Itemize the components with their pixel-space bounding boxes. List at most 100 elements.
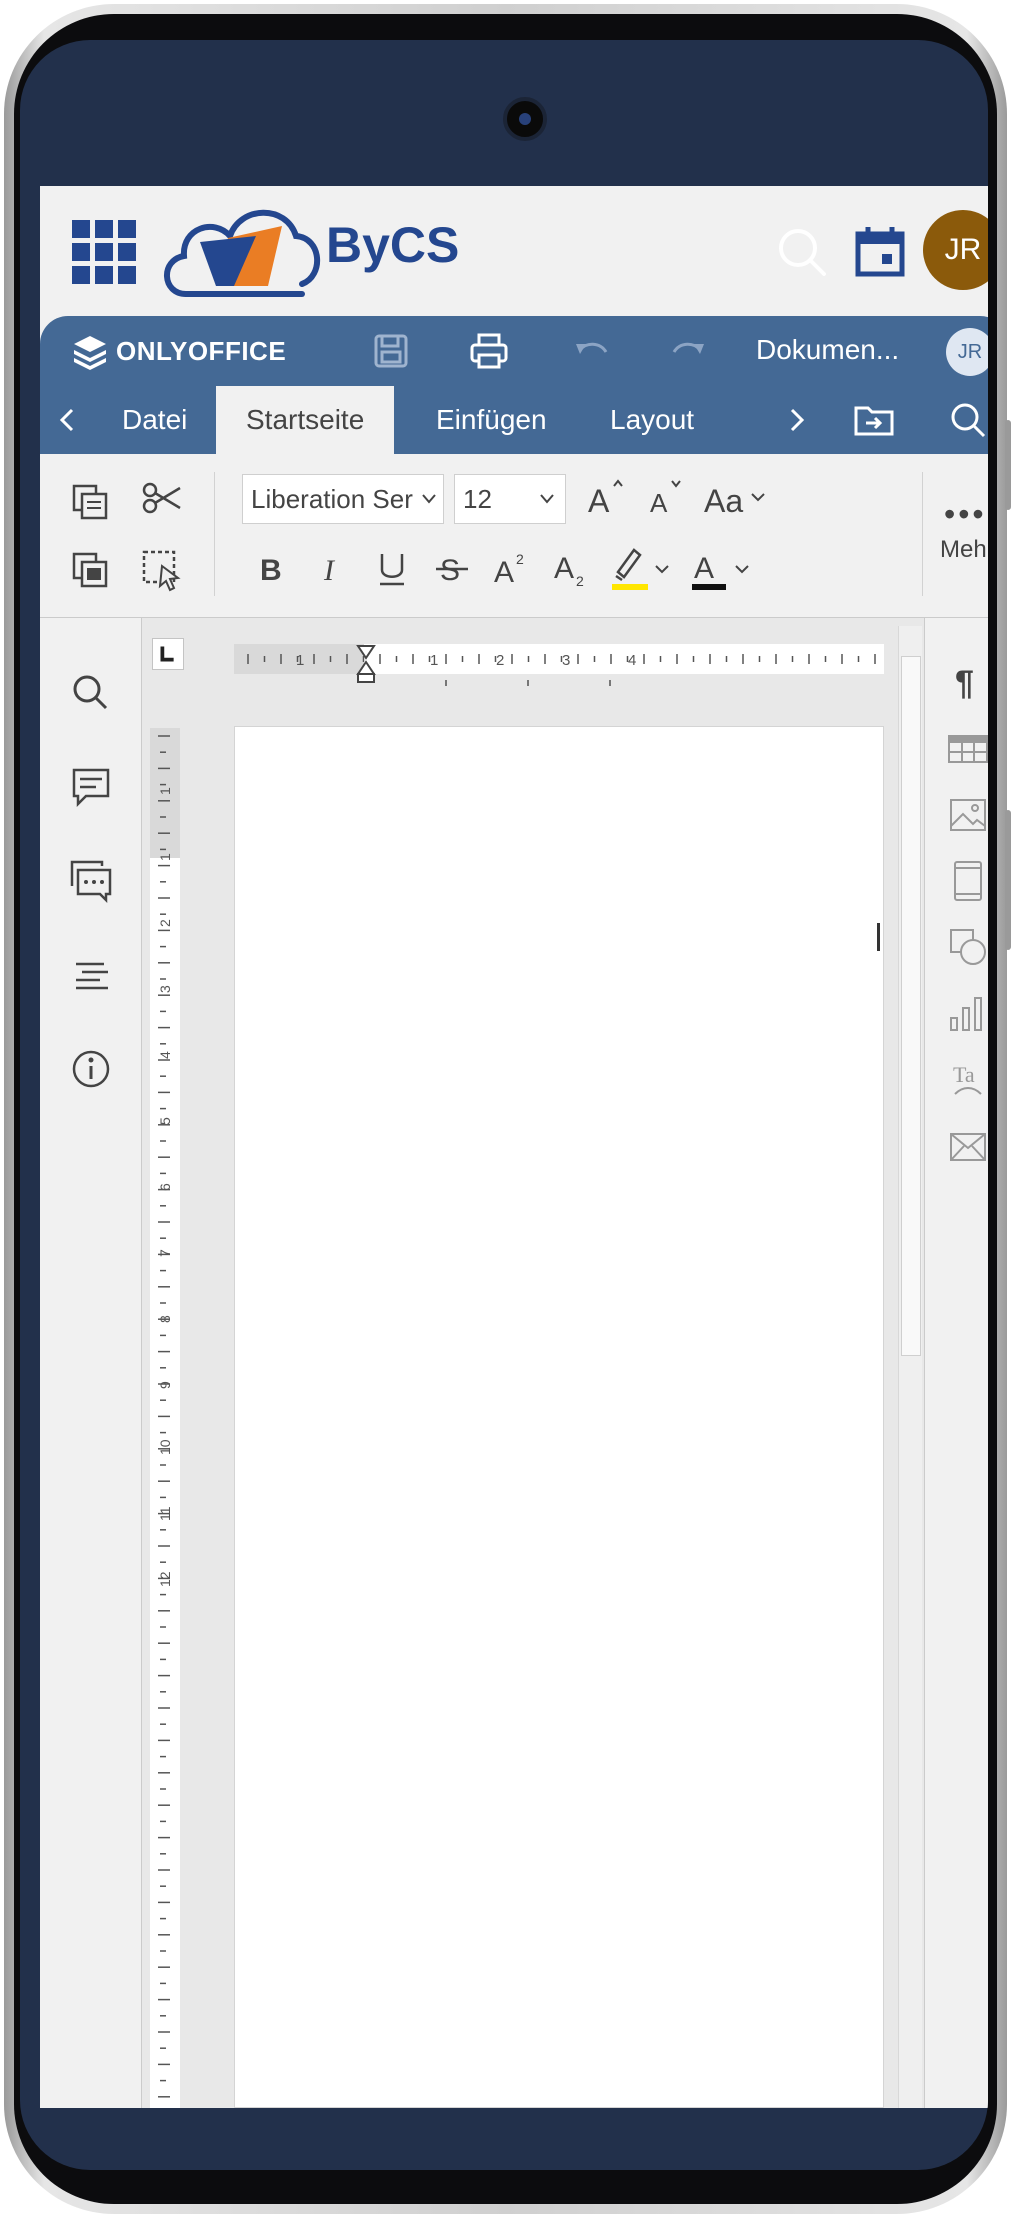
search-icon[interactable] xyxy=(66,668,116,718)
chevron-left-icon[interactable] xyxy=(52,404,84,436)
ruler-number: 6 xyxy=(157,1183,173,1191)
paragraph-mark-icon[interactable]: ¶ xyxy=(945,658,988,704)
print-icon[interactable] xyxy=(468,330,510,372)
browser-content: ByCS JR ONLYOFFICE Dokumen... JR Datei S… xyxy=(40,186,988,2108)
font-color-icon[interactable]: A xyxy=(688,542,756,594)
document-editor: ONLYOFFICE Dokumen... JR Datei Startseit… xyxy=(40,316,988,2108)
svg-text:A: A xyxy=(494,556,514,589)
document-workspace: 11234 1 1 2 3 4 5 6 7 8 9 10 11 12 xyxy=(142,618,924,2108)
ribbon-toolbar: Liberation Ser 12 A A Aa B I S A 2 A 2 A… xyxy=(40,454,988,618)
select-all-icon[interactable] xyxy=(140,548,184,592)
ruler-number: 1 xyxy=(157,787,173,795)
info-icon[interactable] xyxy=(66,1044,116,1094)
portal-brand[interactable]: ByCS xyxy=(326,216,459,274)
bold-icon[interactable]: B xyxy=(250,546,294,590)
phone-side-button xyxy=(1005,420,1011,510)
document-page[interactable] xyxy=(234,726,884,2108)
svg-text:A: A xyxy=(694,552,714,585)
ruler-number: 4 xyxy=(628,652,636,669)
image-icon[interactable] xyxy=(945,792,988,838)
mail-merge-icon[interactable] xyxy=(945,1124,988,1170)
font-size-select[interactable]: 12 xyxy=(454,474,566,524)
vertical-scrollbar[interactable] xyxy=(898,626,922,2108)
ruler-number: 8 xyxy=(157,1315,173,1323)
comments-icon[interactable] xyxy=(66,762,116,812)
chart-icon[interactable] xyxy=(945,990,988,1036)
chevron-down-icon xyxy=(422,494,436,504)
ruler-number: 3 xyxy=(562,652,570,669)
ribbon-tabs: Datei Startseite Einfügen Layout xyxy=(40,386,988,454)
ruler-number: 2 xyxy=(496,652,504,669)
ruler-number: 2 xyxy=(157,919,173,927)
tab-startseite[interactable]: Startseite xyxy=(216,386,395,454)
table-icon[interactable] xyxy=(945,726,988,772)
shape-icon[interactable] xyxy=(945,924,988,970)
chat-icon[interactable] xyxy=(66,856,116,906)
strikethrough-icon[interactable]: S xyxy=(430,546,474,590)
tab-layout[interactable]: Layout xyxy=(610,386,694,454)
chevron-down-icon xyxy=(540,494,554,504)
highlight-icon[interactable] xyxy=(608,542,676,594)
more-button[interactable]: Mehr xyxy=(940,536,988,564)
bycs-logo-icon xyxy=(164,209,320,297)
more-icon[interactable]: ••• xyxy=(944,496,987,533)
editor-user-avatar[interactable]: JR xyxy=(946,328,988,376)
tab-einfuegen[interactable]: Einfügen xyxy=(436,386,547,454)
apps-grid-icon[interactable] xyxy=(72,220,136,284)
ruler-number: 1 xyxy=(430,652,438,669)
toolbar-divider xyxy=(922,472,923,596)
vertical-ruler[interactable]: 1123456789101112 xyxy=(150,728,180,2108)
font-name-select[interactable]: Liberation Ser xyxy=(242,474,444,524)
subscript-icon[interactable]: A 2 xyxy=(550,546,594,590)
ruler-number: 4 xyxy=(157,1051,173,1059)
document-title[interactable]: Dokumen... xyxy=(756,334,899,366)
scrollbar-thumb[interactable] xyxy=(901,656,921,1356)
svg-text:I: I xyxy=(323,554,336,587)
save-icon[interactable] xyxy=(370,330,412,372)
left-indent-marker[interactable] xyxy=(357,673,375,683)
change-case-icon[interactable]: Aa xyxy=(702,476,768,520)
search-icon[interactable] xyxy=(772,222,832,282)
header-footer-icon[interactable] xyxy=(945,858,988,904)
italic-icon[interactable]: I xyxy=(310,546,354,590)
svg-text:B: B xyxy=(260,554,282,587)
ruler-number: 1 xyxy=(296,652,304,669)
decrease-font-icon[interactable]: A xyxy=(644,476,688,520)
font-name-value: Liberation Ser xyxy=(251,484,413,514)
text-cursor xyxy=(877,923,880,951)
tab-datei[interactable]: Datei xyxy=(122,386,187,454)
ruler-number: 3 xyxy=(157,985,173,993)
left-sidebar xyxy=(40,618,142,2108)
ruler-number: 5 xyxy=(157,1117,173,1125)
navigation-icon[interactable] xyxy=(66,950,116,1000)
svg-text:A: A xyxy=(588,483,610,519)
ruler-body xyxy=(364,644,884,674)
ruler-number: 11 xyxy=(157,1506,173,1521)
onlyoffice-logo-icon xyxy=(74,336,106,370)
calendar-icon[interactable] xyxy=(850,222,910,282)
svg-text:A: A xyxy=(650,488,668,518)
text-art-icon[interactable]: Ta xyxy=(945,1056,988,1102)
ruler-number: 12 xyxy=(157,1571,173,1587)
increase-font-icon[interactable]: A xyxy=(584,476,628,520)
cut-icon[interactable] xyxy=(140,476,184,520)
copy-icon[interactable] xyxy=(68,480,112,524)
chevron-right-icon[interactable] xyxy=(780,404,812,436)
phone-volume-button xyxy=(1005,810,1011,950)
user-avatar[interactable]: JR xyxy=(923,210,988,290)
superscript-icon[interactable]: A 2 xyxy=(490,546,534,590)
svg-text:S: S xyxy=(440,554,460,587)
underline-icon[interactable] xyxy=(370,546,414,590)
search-icon[interactable] xyxy=(948,400,988,440)
horizontal-ruler[interactable]: 1 1 2 3 4 xyxy=(234,644,884,692)
redo-icon[interactable] xyxy=(668,330,710,372)
paste-icon[interactable] xyxy=(68,548,112,592)
font-size-value: 12 xyxy=(463,484,492,514)
svg-text:Ta: Ta xyxy=(953,1062,975,1087)
open-location-icon[interactable] xyxy=(852,400,896,440)
ruler-number: 9 xyxy=(157,1381,173,1389)
tab-stop-selector[interactable] xyxy=(152,638,184,670)
ruler-number: 7 xyxy=(157,1249,173,1257)
right-sidebar: ¶ Ta xyxy=(924,618,988,2108)
undo-icon[interactable] xyxy=(570,330,612,372)
